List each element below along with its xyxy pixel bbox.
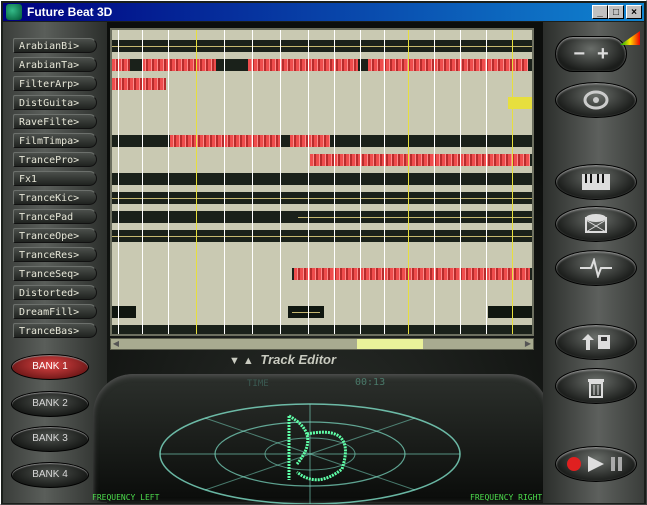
maximize-button[interactable]: □: [608, 5, 624, 19]
track-lane[interactable]: [112, 211, 532, 223]
bar-line: [512, 30, 513, 334]
bar-line: [142, 30, 143, 334]
track-lane[interactable]: [112, 116, 532, 128]
record-play-pause-icon: [567, 456, 622, 472]
future-beat-logo-icon: [583, 90, 609, 110]
save-load-button[interactable]: [555, 324, 637, 360]
track-name-button[interactable]: ArabianTa>: [13, 57, 97, 72]
level-meter: [620, 31, 640, 45]
track-list-panel: ArabianBi> ArabianTa> FilterArp> DistGui…: [3, 22, 107, 503]
drum-icon: [585, 214, 607, 233]
track-lane[interactable]: [112, 173, 532, 185]
track-name-button[interactable]: Distorted>: [13, 285, 97, 300]
scroll-left-arrow-icon[interactable]: ◀: [111, 339, 121, 349]
track-lane[interactable]: [112, 97, 532, 109]
track-lane[interactable]: [112, 268, 532, 280]
frequency-right-label: FREQUENCY RIGHT: [470, 493, 543, 502]
track-name-button[interactable]: Fx1: [13, 171, 97, 186]
bar-line: [224, 30, 225, 334]
scroll-right-arrow-icon[interactable]: ▶: [523, 339, 533, 349]
bar-line: [196, 30, 197, 334]
track-name-button[interactable]: DreamFill>: [13, 304, 97, 319]
frequency-left-label: FREQUENCY LEFT: [92, 493, 160, 502]
bank-1-button[interactable]: BANK 1: [11, 354, 89, 380]
transport-controls[interactable]: [555, 446, 637, 482]
app-body: ArabianBi> ArabianTa> FilterArp> DistGui…: [3, 22, 644, 504]
track-lane[interactable]: [112, 59, 532, 71]
track-name-button[interactable]: TrancePad: [13, 209, 97, 224]
track-name-button[interactable]: FilmTimpa>: [13, 133, 97, 148]
close-button[interactable]: ×: [626, 5, 642, 19]
track-lane[interactable]: [112, 40, 532, 52]
scroll-thumb[interactable]: [357, 339, 423, 349]
track-editor-grid[interactable]: [110, 28, 534, 336]
track-name-button[interactable]: TranceBas>: [13, 323, 97, 338]
track-lane[interactable]: [112, 154, 532, 166]
bar-line: [360, 30, 361, 334]
zoom-in-button[interactable]: +: [597, 43, 609, 66]
track-name-button[interactable]: FilterArp>: [13, 76, 97, 91]
bar-line: [280, 30, 281, 334]
delete-button[interactable]: [555, 368, 637, 404]
track-name-button[interactable]: TranceKic>: [13, 190, 97, 205]
track-name-button[interactable]: DistGuita>: [13, 95, 97, 110]
title-bar[interactable]: Future Beat 3D _ □ ×: [3, 3, 644, 21]
track-editor-header[interactable]: ▼ ▲ Track Editor: [229, 352, 419, 370]
time-label: TIME: [247, 379, 269, 389]
logo-button[interactable]: [555, 82, 637, 118]
bank-2-button[interactable]: BANK 2: [11, 391, 89, 417]
bar-line: [408, 30, 409, 334]
radar-visualizer: [159, 403, 461, 504]
track-lane[interactable]: [112, 230, 532, 242]
bar-line: [118, 30, 119, 334]
zoom-control: − +: [555, 36, 627, 72]
piano-keyboard-icon: [582, 174, 610, 190]
bank-3-button[interactable]: BANK 3: [11, 426, 89, 452]
time-readout: 00:13: [355, 377, 386, 388]
track-editor-label: Track Editor: [260, 352, 337, 367]
expand-up-icon[interactable]: ▲: [243, 355, 254, 367]
track-lane[interactable]: [112, 306, 532, 318]
bar-line: [384, 30, 385, 334]
bar-line: [434, 30, 435, 334]
track-name-button[interactable]: TranceRes>: [13, 247, 97, 262]
horizontal-scrollbar[interactable]: ◀ ▶: [110, 338, 534, 350]
collapse-down-icon[interactable]: ▼: [229, 355, 240, 367]
bank-4-button[interactable]: BANK 4: [11, 462, 89, 488]
app-window: Future Beat 3D _ □ × ArabianBi> ArabianT…: [0, 0, 647, 505]
track-name-button[interactable]: TranceOpe>: [13, 228, 97, 243]
track-name-button[interactable]: ArabianBi>: [13, 38, 97, 53]
track-lane[interactable]: [112, 249, 532, 261]
bar-line: [308, 30, 309, 334]
tool-panel: − +: [543, 22, 644, 503]
track-lane[interactable]: [112, 192, 532, 204]
track-name-button[interactable]: TranceSeq>: [13, 266, 97, 281]
effects-button[interactable]: [555, 250, 637, 286]
drum-button[interactable]: [555, 206, 637, 242]
waveform-icon: [580, 258, 612, 278]
track-lane[interactable]: [112, 325, 532, 334]
track-lane[interactable]: [112, 135, 532, 147]
bar-line: [486, 30, 487, 334]
track-lane[interactable]: [112, 287, 532, 299]
bar-line: [334, 30, 335, 334]
instrument-button[interactable]: [555, 164, 637, 200]
track-lane[interactable]: [112, 78, 532, 90]
bar-line: [168, 30, 169, 334]
window-title: Future Beat 3D: [27, 5, 113, 19]
track-name-button[interactable]: RaveFilte>: [13, 114, 97, 129]
save-load-icon: [582, 334, 610, 350]
zoom-out-button[interactable]: −: [573, 43, 597, 66]
bar-line: [252, 30, 253, 334]
trash-icon: [588, 379, 604, 398]
minimize-button[interactable]: _: [592, 5, 608, 19]
app-icon[interactable]: [6, 4, 22, 20]
track-name-button[interactable]: TrancePro>: [13, 152, 97, 167]
bar-line: [460, 30, 461, 334]
